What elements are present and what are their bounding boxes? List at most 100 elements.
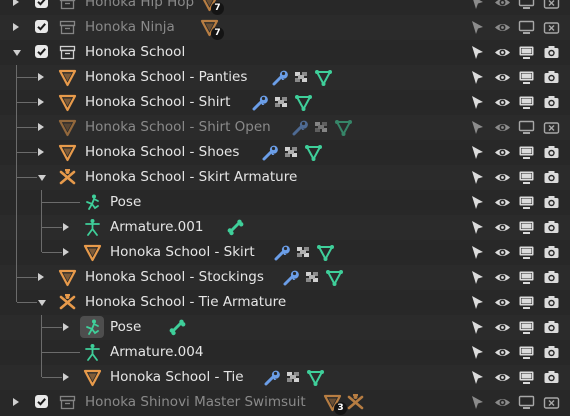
exclude-checkbox[interactable] [35,0,48,8]
row-label[interactable]: Pose [110,194,141,210]
shape-keys-icon[interactable] [316,243,335,262]
vertex-groups-icon[interactable] [303,268,322,287]
wrench-icon[interactable] [262,368,281,387]
viewport-monitor-icon[interactable] [518,44,535,61]
wrench-icon[interactable] [270,68,289,87]
mesh-icon[interactable] [83,368,102,387]
viewport-monitor-icon[interactable] [518,344,535,361]
row-label[interactable]: Honoka Hip Hop [85,0,194,10]
render-camera-icon[interactable] [543,144,560,161]
viewport-monitor-icon[interactable] [518,394,535,411]
bone-icon[interactable] [168,318,187,337]
outliner-row[interactable]: Honoka School - Skirt Armature [0,165,570,190]
vertex-groups-icon[interactable] [312,118,331,137]
eye-icon[interactable] [494,44,511,61]
row-label[interactable]: Pose [110,319,141,335]
bone-icon[interactable] [226,218,245,237]
pose-icon[interactable] [83,193,102,212]
row-label[interactable]: Honoka School - Skirt Armature [85,169,297,185]
eye-icon[interactable] [494,69,511,86]
exclude-checkbox[interactable] [35,45,48,58]
eye-icon[interactable] [494,319,511,336]
wrench-icon[interactable] [281,268,300,287]
select-arrow-icon[interactable] [469,169,486,186]
select-arrow-icon[interactable] [469,219,486,236]
render-camera-icon[interactable] [543,369,560,386]
eye-icon[interactable] [494,119,511,136]
vertex-groups-icon[interactable] [284,368,303,387]
child-armature-icon[interactable] [346,393,365,412]
outliner-row[interactable]: Honoka School - Shoes [0,140,570,165]
eye-icon[interactable] [494,19,511,36]
expand-arrow[interactable] [13,398,19,406]
viewport-monitor-icon[interactable] [518,144,535,161]
eye-icon[interactable] [494,244,511,261]
render-camera-icon[interactable] [543,219,560,236]
expand-arrow[interactable] [38,98,44,106]
wrench-icon[interactable] [290,118,309,137]
outliner-row[interactable]: Honoka School - Stockings [0,265,570,290]
select-arrow-icon[interactable] [469,394,486,411]
render-camera-icon[interactable] [543,19,560,36]
collapse-arrow[interactable] [38,175,46,181]
wrench-icon[interactable] [260,143,279,162]
render-camera-icon[interactable] [543,169,560,186]
shape-keys-icon[interactable] [314,68,333,87]
render-camera-icon[interactable] [543,294,560,311]
render-camera-icon[interactable] [543,319,560,336]
collapse-arrow[interactable] [38,300,46,306]
row-label[interactable]: Honoka School - Tie [110,369,244,385]
expand-arrow[interactable] [13,23,19,31]
shape-keys-icon[interactable] [304,143,323,162]
select-arrow-icon[interactable] [469,344,486,361]
row-label[interactable]: Honoka School - Panties [85,69,247,85]
row-label[interactable]: Armature.004 [110,344,203,360]
mesh-icon[interactable] [58,118,77,137]
collapse-arrow[interactable] [13,50,21,56]
collection-icon[interactable] [58,0,77,12]
eye-icon[interactable] [494,0,511,11]
outliner-row[interactable]: Pose [0,315,570,340]
viewport-monitor-icon[interactable] [518,0,535,11]
select-arrow-icon[interactable] [469,319,486,336]
shape-keys-icon[interactable] [325,268,344,287]
render-camera-icon[interactable] [543,119,560,136]
render-camera-icon[interactable] [543,44,560,61]
viewport-monitor-icon[interactable] [518,194,535,211]
render-camera-icon[interactable] [543,194,560,211]
outliner-row[interactable]: Armature.001 [0,215,570,240]
select-arrow-icon[interactable] [469,94,486,111]
armature-icon[interactable] [58,293,77,312]
render-camera-icon[interactable] [543,394,560,411]
row-label[interactable]: Honoka School - Shoes [85,144,239,160]
expand-arrow[interactable] [63,248,69,256]
outliner-row[interactable]: Honoka School - Skirt [0,240,570,265]
select-arrow-icon[interactable] [469,44,486,61]
eye-icon[interactable] [494,194,511,211]
expand-arrow[interactable] [38,148,44,156]
shape-keys-icon[interactable] [294,93,313,112]
mesh-icon[interactable] [58,143,77,162]
vertex-groups-icon[interactable] [272,93,291,112]
row-label[interactable]: Honoka School [85,44,185,60]
row-label[interactable]: Honoka Shinovi Master Swimsuit [85,394,306,410]
render-camera-icon[interactable] [543,244,560,261]
shape-keys-icon[interactable] [306,368,325,387]
row-label[interactable]: Armature.001 [110,219,203,235]
viewport-monitor-icon[interactable] [518,219,535,236]
render-camera-icon[interactable] [543,94,560,111]
outliner-row[interactable]: Armature.004 [0,340,570,365]
eye-icon[interactable] [494,369,511,386]
wrench-icon[interactable] [250,93,269,112]
select-arrow-icon[interactable] [469,244,486,261]
render-camera-icon[interactable] [543,344,560,361]
row-label[interactable]: Honoka Ninja [85,19,175,35]
eye-icon[interactable] [494,294,511,311]
expand-arrow[interactable] [38,73,44,81]
mesh-icon[interactable] [58,68,77,87]
row-label[interactable]: Honoka School - Skirt [110,244,255,260]
vertex-groups-icon[interactable] [292,68,311,87]
eye-icon[interactable] [494,94,511,111]
wrench-icon[interactable] [272,243,291,262]
outliner-row[interactable]: Honoka Hip Hop 7 [0,0,570,15]
